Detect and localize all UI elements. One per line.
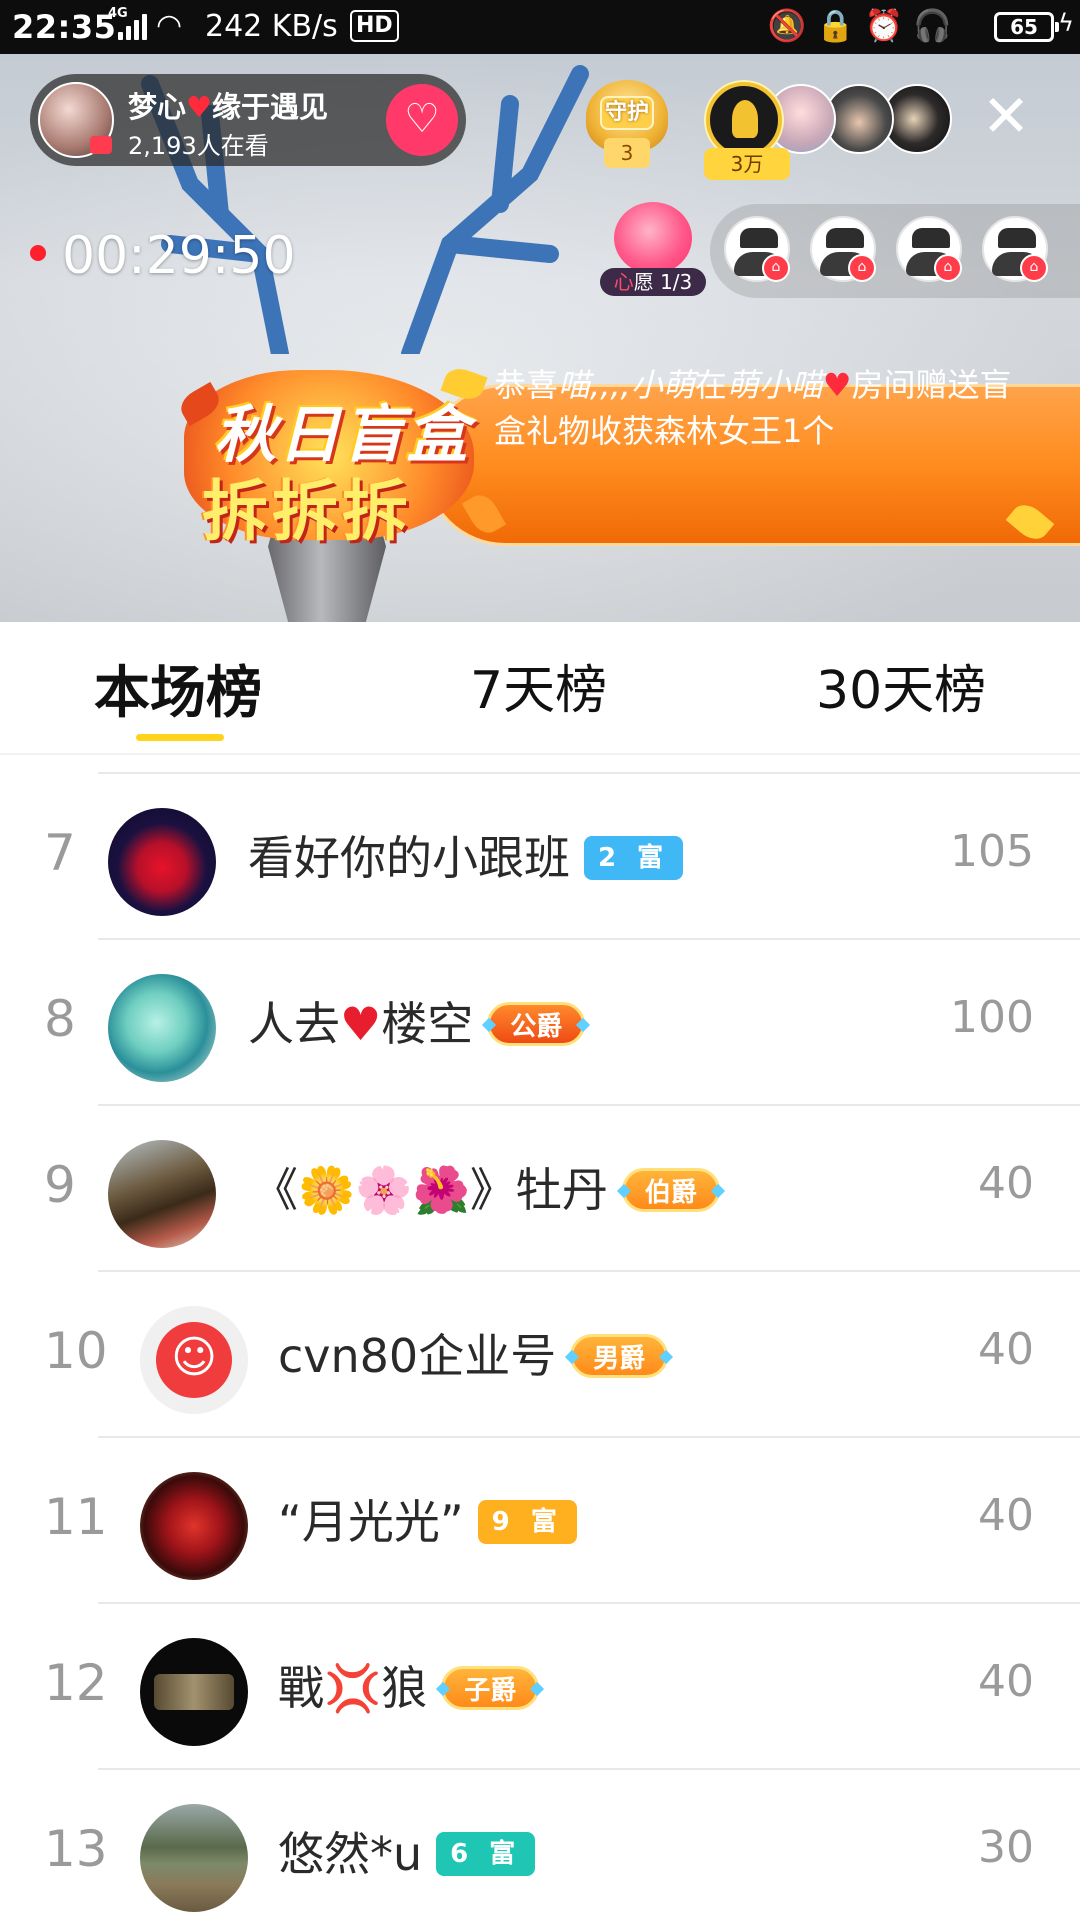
live-indicator-icon	[90, 136, 112, 154]
network-speed: 242 KB/s	[205, 9, 338, 44]
avatar[interactable]	[108, 1140, 216, 1248]
status-icons: 🔕🔒⏰🎧	[768, 7, 962, 44]
rank-number: 9	[44, 1156, 76, 1214]
sofa-icon: ⌂	[1020, 254, 1048, 282]
guard-label: 守护	[600, 96, 654, 130]
headphones-icon: 🎧	[913, 8, 962, 44]
status-time: 22:35	[12, 8, 117, 46]
score: 105	[950, 826, 1034, 877]
wealth-badge: 9 富	[477, 1499, 577, 1544]
rank-number: 11	[44, 1488, 108, 1546]
lock-icon: 🔒	[816, 8, 865, 44]
list-item[interactable]: 12 戰💢狼 子爵 40	[0, 1604, 1080, 1770]
user-name: 悠然*u 6 富	[278, 1818, 536, 1884]
sofa-icon: ⌂	[848, 254, 876, 282]
list-item[interactable]: 7 看好你的小跟班 2 富 105	[0, 774, 1080, 940]
tab-current-show[interactable]: 本场榜	[94, 648, 262, 728]
tab-7-days[interactable]: 7天榜	[470, 648, 607, 728]
close-icon[interactable]: ✕	[978, 87, 1034, 146]
score: 30	[978, 1822, 1034, 1873]
wink-face-icon: ☺	[156, 1322, 232, 1398]
viewer-count: 2,193人在看	[128, 132, 269, 160]
live-duration: 00:29:50	[62, 226, 296, 286]
noble-badge: 公爵	[487, 1001, 586, 1046]
noble-badge: 子爵	[441, 1665, 540, 1710]
mute-icon: 🔕	[767, 8, 817, 44]
banner-message: 恭喜喵,,,,小萌在萌小喵♥房间赠送盲盒礼物收获森林女王1个	[494, 366, 1012, 450]
top-contributor-value: 3万	[704, 148, 790, 180]
active-tab-indicator	[136, 734, 224, 741]
anchor-name: 梦心♥缘于遇见	[128, 90, 329, 124]
guard-count: 3	[604, 138, 650, 168]
list-item[interactable]: 11 “月光光” 9 富 40	[0, 1438, 1080, 1604]
top-viewers[interactable]: 3万	[704, 82, 956, 192]
list-item[interactable]: 13 悠然*u 6 富 30	[0, 1770, 1080, 1920]
avatar[interactable]	[108, 974, 216, 1082]
rank-number: 13	[44, 1820, 108, 1878]
noble-badge: 伯爵	[621, 1167, 720, 1212]
rank-number: 8	[44, 990, 76, 1048]
follow-button[interactable]: ♡	[386, 84, 458, 156]
status-bar: 22:35 4G ◠ 242 KB/s HD 🔕🔒⏰🎧 65 ϟ	[0, 0, 1080, 54]
avatar[interactable]: ☺	[140, 1306, 248, 1414]
score: 40	[978, 1490, 1034, 1541]
guest-seat[interactable]: ⌂	[982, 216, 1048, 282]
wish-button[interactable]: 心愿 1/3	[600, 202, 706, 298]
guest-seat[interactable]: ⌂	[810, 216, 876, 282]
blind-box-logo: 秋日盲盒 拆拆拆	[174, 350, 507, 550]
guard-badge[interactable]: 守护 3	[582, 68, 672, 178]
avatar[interactable]	[140, 1472, 248, 1580]
score: 40	[978, 1656, 1034, 1707]
avatar[interactable]	[108, 808, 216, 916]
list-item[interactable]: 10 ☺ cvn80企业号 男爵 40	[0, 1272, 1080, 1438]
top-contributor-avatar[interactable]	[706, 82, 782, 158]
user-name: 人去♥楼空 公爵	[248, 988, 586, 1054]
user-name: 戰💢狼 子爵	[278, 1652, 540, 1718]
sofa-icon: ⌂	[762, 254, 790, 282]
score: 40	[978, 1158, 1034, 1209]
noble-badge: 男爵	[570, 1333, 669, 1378]
tab-30-days[interactable]: 30天榜	[816, 648, 986, 728]
list-item[interactable]: 8 人去♥楼空 公爵 100	[0, 940, 1080, 1106]
wealth-badge: 6 富	[436, 1831, 536, 1876]
heart-plus-icon: ♡	[404, 96, 440, 142]
wish-progress: 心愿 1/3	[600, 268, 706, 296]
sofa-icon: ⌂	[934, 254, 962, 282]
user-name: cvn80企业号 男爵	[278, 1320, 669, 1386]
guest-seats: ⌂ ⌂ ⌂ ⌂	[710, 204, 1080, 298]
wealth-badge: 2 富	[584, 835, 684, 880]
heart-icon: ♥	[340, 997, 382, 1051]
signal-icon	[118, 12, 148, 40]
ranking-tabs: 本场榜 7天榜 30天榜	[0, 622, 1080, 755]
live-video[interactable]: 梦心♥缘于遇见 2,193人在看 ♡ 守护 3 3万 ✕ 00:29:50 心愿…	[0, 54, 1080, 622]
user-name: “月光光” 9 富	[278, 1486, 577, 1552]
wifi-icon: ◠	[156, 8, 183, 43]
hd-icon: HD	[350, 10, 399, 42]
avatar[interactable]	[140, 1804, 248, 1912]
rank-number: 12	[44, 1654, 108, 1712]
user-name: 看好你的小跟班 2 富	[248, 822, 684, 888]
list-item[interactable]: 9 《🌼🌸🌺》牡丹 伯爵 40	[0, 1106, 1080, 1272]
rank-number: 10	[44, 1322, 108, 1380]
anchor-info[interactable]: 梦心♥缘于遇见 2,193人在看 ♡	[30, 74, 466, 166]
battery-icon: 65	[994, 12, 1059, 42]
charging-icon: ϟ	[1058, 9, 1074, 37]
recording-dot-icon	[30, 245, 46, 261]
guest-seat[interactable]: ⌂	[896, 216, 962, 282]
user-name: 《🌼🌸🌺》牡丹 伯爵	[252, 1154, 720, 1220]
guest-seat[interactable]: ⌂	[724, 216, 790, 282]
rank-number: 7	[44, 824, 76, 882]
score: 40	[978, 1324, 1034, 1375]
heart-face-icon	[614, 202, 692, 274]
alarm-icon: ⏰	[864, 8, 914, 44]
avatar[interactable]	[140, 1638, 248, 1746]
heart-icon: ♥	[186, 90, 213, 124]
heart-icon: ♥	[822, 366, 852, 404]
logo-subtitle: 拆拆拆	[202, 473, 412, 550]
score: 100	[950, 992, 1034, 1043]
